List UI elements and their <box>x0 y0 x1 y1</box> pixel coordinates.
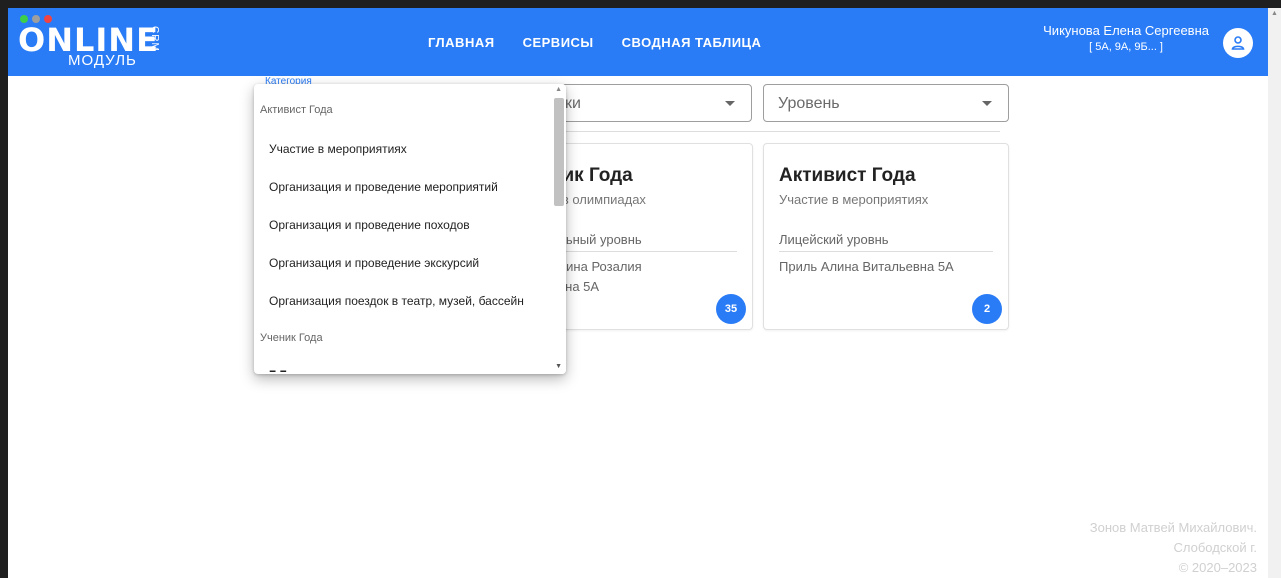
card-level: Лицейский уровнь <box>779 232 889 247</box>
card-subtitle: Участие в мероприятиях <box>779 192 929 207</box>
dropdown-scroll-thumb[interactable] <box>554 98 564 206</box>
page-scrollbar[interactable]: ▲ <box>1268 8 1281 578</box>
logo-subtitle: МОДУЛЬ <box>68 52 137 69</box>
scroll-down-icon[interactable]: ▼ <box>555 363 562 370</box>
card-title: Активист Года <box>779 165 916 186</box>
count-badge[interactable]: 2 <box>972 294 1002 324</box>
logo-crm: CRM <box>149 26 160 52</box>
logo[interactable]: ONLINE CRM МОДУЛЬ <box>16 11 176 71</box>
count-badge[interactable]: 35 <box>716 294 746 324</box>
dropdown-option[interactable]: Организация и проведение мероприятий <box>269 180 498 194</box>
dropdown-option[interactable]: Организация поездок в театр, музей, басс… <box>269 294 524 308</box>
user-name: Чикунова Елена Сергеевна <box>1043 23 1209 38</box>
dropdown-group-label: Активист Года <box>260 104 333 116</box>
level-select-placeholder: Уровень <box>778 95 840 112</box>
user-groups: [ 5А, 9А, 9Б... ] <box>1089 41 1163 53</box>
chevron-down-icon <box>725 101 735 106</box>
card-person: ллина Розалия евна 5А <box>551 259 642 294</box>
achievement-card[interactable]: Активист Года Участие в мероприятиях Лиц… <box>763 143 1009 330</box>
card-divider <box>551 251 737 252</box>
card-divider <box>779 251 993 252</box>
dropdown-option-partial[interactable]: ■ ■ <box>269 366 287 372</box>
nav-item-services[interactable]: СЕРВИСЫ <box>523 35 594 50</box>
chevron-down-icon <box>982 101 992 106</box>
top-bar: ONLINE CRM МОДУЛЬ ГЛАВНАЯ СЕРВИСЫ СВОДНА… <box>8 8 1269 76</box>
main-nav: ГЛАВНАЯ СЕРВИСЫ СВОДНАЯ ТАБЛИЦА <box>428 35 761 50</box>
dropdown-scrollbar[interactable]: ▲ ▼ <box>552 84 566 374</box>
category-dropdown-menu[interactable]: Активист Года Участие в мероприятиях Орг… <box>254 84 566 374</box>
footer-city: Слободской г. <box>1173 540 1257 555</box>
user-info[interactable]: Чикунова Елена Сергеевна [ 5А, 9А, 9Б...… <box>1043 23 1209 55</box>
footer: Зонов Матвей Михайлович. Слободской г. ©… <box>1090 518 1257 578</box>
footer-author: Зонов Матвей Михайлович. <box>1089 520 1257 535</box>
user-icon[interactable] <box>1223 28 1253 58</box>
nav-item-home[interactable]: ГЛАВНАЯ <box>428 35 495 50</box>
scroll-up-icon[interactable]: ▲ <box>1271 10 1278 17</box>
card-person: Приль Алина Витальевна 5А <box>779 259 954 274</box>
footer-copyright: © 2020–2023 <box>1178 560 1257 575</box>
dropdown-option[interactable]: Организация и проведение походов <box>269 218 470 232</box>
scroll-up-icon[interactable]: ▲ <box>555 86 562 93</box>
level-select[interactable]: Уровень <box>763 84 1009 122</box>
dropdown-option[interactable]: Организация и проведение экскурсий <box>269 256 479 270</box>
dropdown-option[interactable]: Участие в мероприятиях <box>269 142 407 156</box>
type-select-value: ки <box>565 95 581 112</box>
category-label: Категория <box>265 76 312 84</box>
nav-item-summary-table[interactable]: СВОДНАЯ ТАБЛИЦА <box>622 35 762 50</box>
dropdown-group-label: Ученик Года <box>260 332 323 344</box>
